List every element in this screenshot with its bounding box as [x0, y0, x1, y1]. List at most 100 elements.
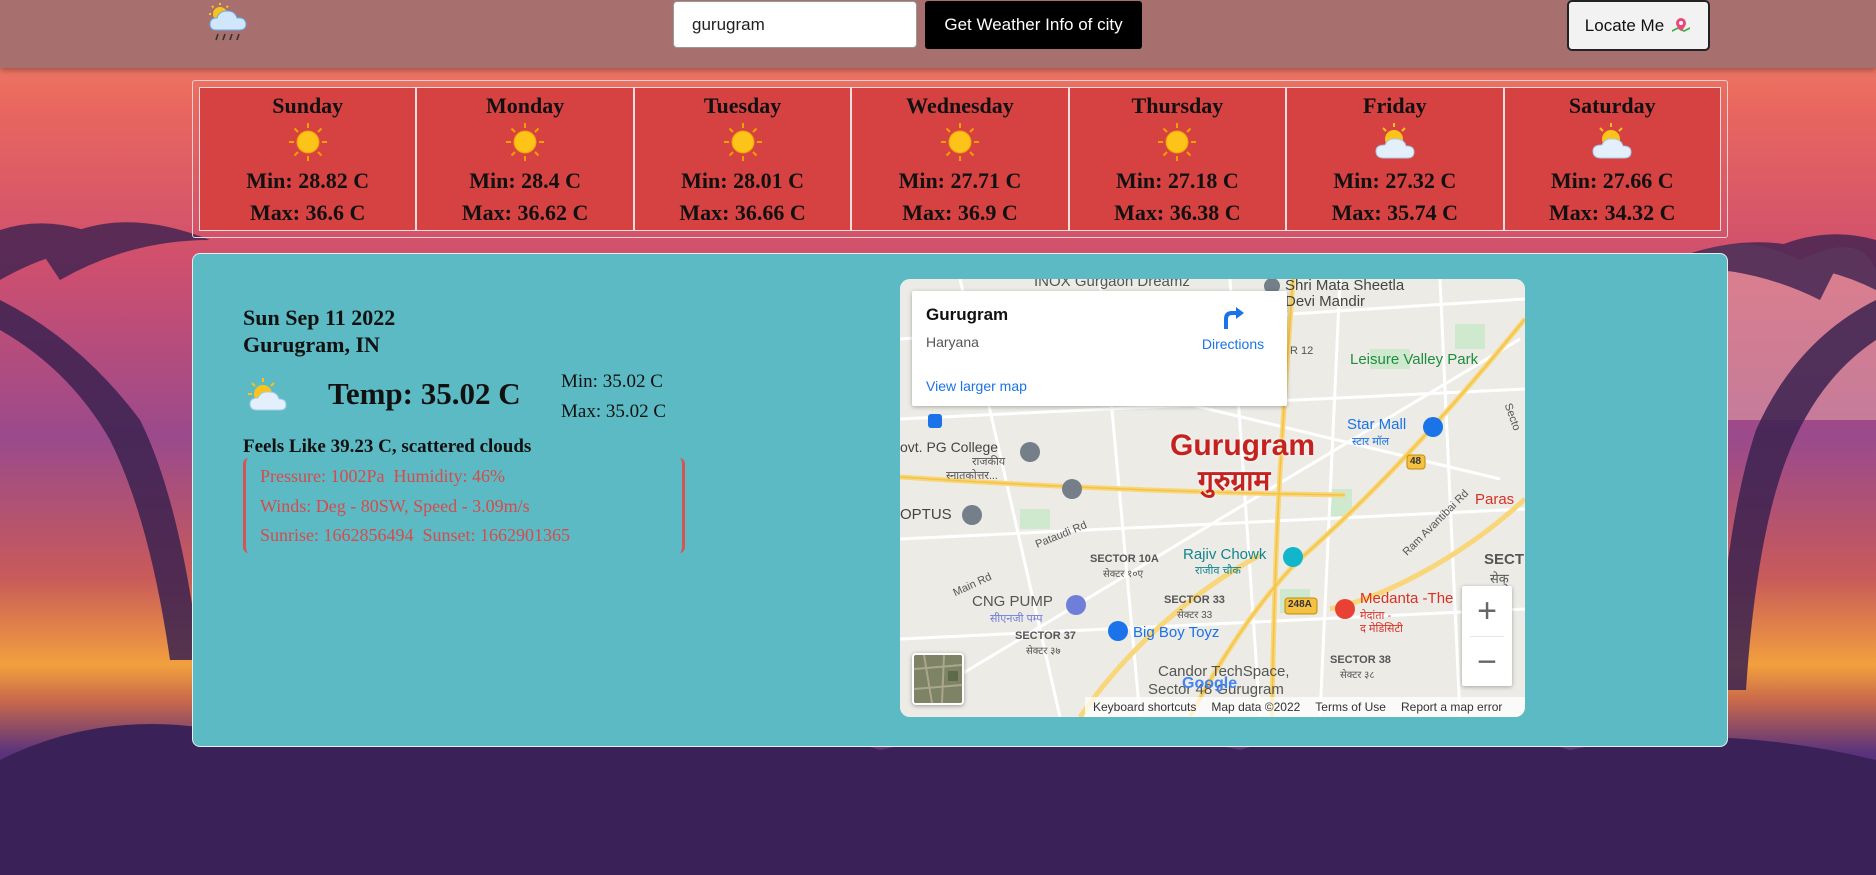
- partly-cloudy-icon: [1592, 123, 1632, 159]
- forecast-day-card: Saturday Min: 27.66 C Max: 34.32 C: [1503, 87, 1721, 231]
- sunset-text: Sunset: 1662901365: [422, 525, 571, 545]
- pressure-text: Pressure: 1002Pa: [260, 466, 385, 486]
- terms-of-use-link[interactable]: Terms of Use: [1315, 700, 1386, 714]
- forecast-min-temp: Min: 28.01 C: [681, 168, 804, 193]
- map-label-sector-33: SECTOR 33: [1164, 594, 1225, 606]
- cloud-sun-rain-icon: [209, 3, 247, 41]
- locate-me-button[interactable]: Locate Me: [1567, 0, 1710, 51]
- google-logo-text: Google: [1182, 675, 1238, 692]
- forecast-max-temp: Max: 36.38 C: [1114, 200, 1241, 225]
- forecast-day-card: Wednesday Min: 27.71 C Max: 36.9 C: [851, 87, 1069, 231]
- sun-icon: [288, 123, 327, 161]
- directions-icon: [1224, 307, 1244, 329]
- directions-label: Directions: [1201, 336, 1265, 352]
- map-label-sector-10a: SECTOR 10A: [1090, 553, 1159, 565]
- forecast-day-card: Thursday Min: 27.18 C Max: 36.38 C: [1068, 87, 1287, 231]
- sun-icon: [506, 123, 545, 161]
- map-label-cng-pump-hi: सीएनजी पम्प: [990, 613, 1043, 625]
- forecast-day-name: Tuesday: [703, 93, 782, 118]
- forecast-day-card: Tuesday Min: 28.01 C Max: 36.66 C: [633, 87, 852, 231]
- weekly-forecast: Sunday Min: 28.82 C Max: 36.6 C Monday Min: …: [192, 80, 1728, 238]
- sun-times-line: Sunrise: 1662856494 Sunset: 1662901365: [260, 521, 682, 551]
- map-label-sector-10a-hi: सेक्टर १०ए: [1103, 569, 1144, 580]
- map-label-sector-37-hi: सेक्टर ३७: [1026, 646, 1061, 657]
- sun-icon: [1158, 123, 1197, 161]
- forecast-day-card: Friday Min: 27.32 C Max: 35.74 C: [1286, 87, 1504, 231]
- city-search-input[interactable]: [673, 1, 917, 48]
- map-label-pg-college: ovt. PG College: [900, 439, 999, 455]
- map-zoom-control: + −: [1462, 586, 1512, 686]
- current-place: Gurugram, IN: [243, 332, 380, 357]
- humidity-text: Humidity: 46%: [393, 466, 506, 486]
- partly-cloudy-icon: [248, 378, 287, 411]
- map-label-paras: Paras: [1475, 491, 1515, 508]
- zoom-out-button[interactable]: −: [1462, 637, 1512, 687]
- map-label-sector-37: SECTOR 37: [1015, 630, 1076, 642]
- map-label-star-mall: Star Mall: [1347, 416, 1407, 433]
- forecast-max-temp: Max: 34.32 C: [1549, 200, 1676, 225]
- forecast-min-temp: Min: 27.32 C: [1333, 168, 1457, 193]
- forecast-min-temp: Min: 28.4 C: [469, 168, 582, 193]
- winds-text: Winds: Deg - 80SW, Speed - 3.09m/s: [260, 495, 530, 516]
- map-label-sector-38: SECTOR 38: [1330, 654, 1391, 666]
- map-place-card: Gurugram Haryana Directions View larger …: [912, 291, 1287, 406]
- sun-icon: [723, 123, 762, 161]
- map-label-shri-mata: Shri Mata Sheetla: [1285, 279, 1405, 294]
- map-label-star-mall-hi: स्टार मॉल: [1352, 436, 1390, 448]
- partly-cloudy-icon: [1375, 123, 1415, 159]
- map-city-name: Gurugram: [1170, 429, 1316, 462]
- map-label-cng-pump: CNG PUMP: [972, 593, 1053, 610]
- satellite-thumbnail-icon: [914, 655, 962, 703]
- forecast-day-name: Monday: [486, 93, 565, 118]
- map-label-devi-mandir: Devi Mandir: [1285, 293, 1366, 310]
- forecast-day-card: Monday Min: 28.4 C Max: 36.62 C: [416, 87, 634, 231]
- map-card-subtitle: Haryana: [926, 334, 979, 350]
- google-logo: Google: [1182, 675, 1237, 693]
- forecast-row: Sunday Min: 28.82 C Max: 36.6 C Monday Min: …: [199, 87, 1721, 231]
- current-temperature: Temp: 35.02 C: [328, 376, 521, 411]
- report-map-error-link[interactable]: Report a map error: [1401, 700, 1502, 714]
- map-card-title: Gurugram: [926, 305, 1009, 324]
- directions-link[interactable]: Directions: [1196, 303, 1270, 352]
- map-label-rajiv-chowk: Rajiv Chowk: [1183, 546, 1267, 563]
- forecast-min-temp: Min: 27.18 C: [1115, 168, 1239, 193]
- top-bar: Get Weather Info of city Locate Me: [0, 0, 1876, 68]
- satellite-toggle-button[interactable]: [912, 653, 964, 705]
- map-label-sector-38-hi: सेक्टर ३८: [1340, 670, 1375, 681]
- map-label-r12: R 12: [1290, 345, 1314, 357]
- map-label-shield-248a: 248A: [1288, 599, 1312, 610]
- embedded-map[interactable]: INOX Gurgaon Dreamz Shri Mata Sheetla De…: [900, 279, 1525, 717]
- forecast-min-temp: Min: 28.82 C: [246, 168, 370, 193]
- get-weather-button[interactable]: Get Weather Info of city: [925, 1, 1142, 49]
- forecast-max-temp: Max: 36.66 C: [679, 200, 806, 225]
- map-label-snatakottar: स्नातकोत्तर...: [946, 470, 998, 482]
- forecast-day-name: Sunday: [272, 93, 344, 118]
- current-date: Sun Sep 11 2022: [243, 305, 396, 330]
- current-weather-panel: Sun Sep 11 2022 Gurugram, IN Temp: 35.02…: [192, 253, 1728, 747]
- map-label-rajkiya: राजकीय: [972, 456, 1006, 468]
- forecast-min-temp: Min: 27.71 C: [898, 168, 1022, 193]
- map-label-sect: SECT: [1484, 551, 1525, 568]
- map-pin-icon: [1672, 17, 1691, 32]
- map-label-inox: INOX Gurgaon Dreamz: [1034, 279, 1190, 290]
- map-label-rajiv-chowk-hi: राजीव चौक: [1195, 565, 1241, 577]
- forecast-day-name: Thursday: [1131, 93, 1224, 118]
- forecast-day-name: Wednesday: [906, 93, 1014, 118]
- weather-details-box: Pressure: 1002Pa Humidity: 46% Winds: De…: [243, 458, 685, 553]
- view-larger-map-link[interactable]: View larger map: [926, 378, 1027, 394]
- forecast-min-temp: Min: 27.66 C: [1550, 168, 1674, 193]
- current-min-temp: Min: 35.02 C: [561, 371, 663, 392]
- map-label-medanta-hi2: द मेडिसिटी: [1360, 623, 1403, 635]
- map-label-optus: OPTUS: [900, 506, 952, 523]
- forecast-max-temp: Max: 36.6 C: [249, 200, 366, 225]
- pressure-humidity-line: Pressure: 1002Pa Humidity: 46%: [260, 462, 682, 492]
- keyboard-shortcuts-link[interactable]: Keyboard shortcuts: [1093, 700, 1196, 714]
- map-label-leisure-valley: Leisure Valley Park: [1350, 351, 1479, 368]
- map-label-sect-hi: सेक्: [1490, 571, 1509, 586]
- map-data-text: Map data ©2022: [1211, 700, 1301, 714]
- zoom-in-button[interactable]: +: [1462, 586, 1512, 636]
- map-label-shield-48: 48: [1410, 456, 1422, 467]
- forecast-day-card: Sunday Min: 28.82 C Max: 36.6 C: [199, 87, 417, 231]
- forecast-max-temp: Max: 36.9 C: [902, 200, 1018, 225]
- current-max-temp: Max: 35.02 C: [561, 401, 667, 422]
